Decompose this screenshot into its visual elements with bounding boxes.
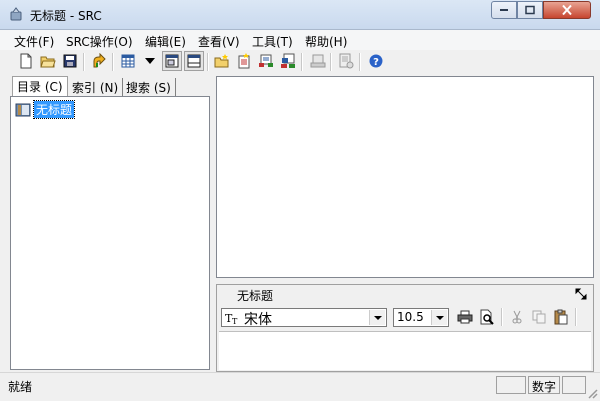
tree-item-label: 无标题 <box>32 100 76 119</box>
table-button[interactable] <box>118 51 138 71</box>
menu-tools[interactable]: 工具(T) <box>252 33 293 50</box>
book-icon <box>15 103 31 116</box>
network-page-icon <box>259 54 273 67</box>
network-page-button[interactable] <box>256 51 276 71</box>
table-grid-icon <box>121 54 135 68</box>
num-lock-indicator: 数字 <box>528 376 560 394</box>
open-button[interactable] <box>38 51 58 71</box>
menu-file[interactable]: 文件(F) <box>14 33 54 50</box>
resize-grip-icon[interactable] <box>586 387 598 399</box>
table-dropdown-button[interactable] <box>140 51 160 71</box>
toolbar-separator <box>359 53 361 71</box>
app-icon <box>10 7 22 21</box>
src-disabled-button <box>336 51 356 71</box>
font-size-select[interactable]: 10.5 <box>393 308 449 327</box>
toolbar-separator <box>112 53 114 71</box>
cut-button <box>507 307 527 327</box>
toolbar-separator <box>207 53 209 71</box>
format-toolbar: TT 宋体 10.5 <box>219 305 591 329</box>
save-button[interactable] <box>60 51 80 71</box>
editor-text-area[interactable] <box>219 331 591 370</box>
close-button[interactable] <box>543 1 591 19</box>
network-disabled-icon <box>310 54 326 68</box>
dropdown-arrow-icon <box>145 58 155 64</box>
menu-src-operation[interactable]: SRC操作(O) <box>66 33 133 50</box>
svg-text:T: T <box>232 317 238 325</box>
printer-icon <box>457 310 473 324</box>
open-folder-icon <box>40 56 56 68</box>
toolbar-separator <box>501 308 503 326</box>
close-icon <box>562 4 572 16</box>
contents-tree[interactable]: 无标题 <box>10 96 210 370</box>
truetype-font-icon: TT <box>225 312 238 325</box>
toolbar-separator <box>83 53 85 71</box>
src-disabled-icon <box>339 53 354 69</box>
editor-panel: 无标题 TT 宋体 10.5 <box>216 284 594 372</box>
help-button[interactable]: ? <box>366 51 386 71</box>
title-bar: 无标题 - SRC <box>0 0 600 30</box>
chevron-down-icon <box>373 315 382 320</box>
help-icon: ? <box>369 54 383 68</box>
network-add-icon <box>281 53 295 68</box>
copy-button <box>529 307 549 327</box>
paste-button[interactable] <box>551 307 571 327</box>
app-window: 无标题 - SRC 文件(F) SRC操作(O) 编辑(E) 查看(V) 工具(… <box>0 0 600 401</box>
font-name-dropdown[interactable] <box>369 310 385 325</box>
tab-search[interactable]: 搜索 (S) <box>122 78 176 96</box>
network-disabled-button <box>308 51 328 71</box>
new-folder-button[interactable] <box>212 51 232 71</box>
print-button[interactable] <box>455 307 475 327</box>
font-name-select[interactable]: TT 宋体 <box>221 308 387 328</box>
toolbar-separator <box>330 53 332 71</box>
window-split-icon <box>187 54 201 68</box>
save-icon <box>63 54 77 68</box>
menu-edit[interactable]: 编辑(E) <box>145 33 186 50</box>
print-preview-button[interactable] <box>477 307 497 327</box>
window-pane-button[interactable] <box>162 51 182 71</box>
print-preview-icon <box>480 309 494 325</box>
paste-icon <box>554 309 568 325</box>
toolbar-separator <box>301 53 303 71</box>
tab-contents[interactable]: 目录 (C) <box>12 76 68 97</box>
new-file-icon <box>20 53 32 69</box>
svg-text:?: ? <box>373 57 379 68</box>
font-size-value: 10.5 <box>397 310 424 324</box>
up-button[interactable] <box>89 51 109 71</box>
toolbar-separator <box>575 308 577 326</box>
window-title: 无标题 - SRC <box>30 9 102 23</box>
menu-view[interactable]: 查看(V) <box>198 33 240 50</box>
copy-icon <box>532 310 546 324</box>
chevron-down-icon <box>435 315 444 320</box>
scissors-icon <box>512 310 522 324</box>
editor-panel-title: 无标题 <box>237 289 274 303</box>
status-text: 就绪 <box>8 380 33 394</box>
page-book-icon <box>238 53 250 69</box>
new-file-button[interactable] <box>16 51 36 71</box>
new-page-button[interactable] <box>234 51 254 71</box>
window-split-button[interactable] <box>184 51 204 71</box>
font-name-value: 宋体 <box>244 312 272 328</box>
minimize-icon <box>500 9 508 11</box>
up-arrow-icon <box>93 53 106 68</box>
maximize-button[interactable] <box>517 1 543 19</box>
font-size-dropdown[interactable] <box>431 310 447 325</box>
content-view[interactable] <box>216 76 594 278</box>
tab-index[interactable]: 索引 (N) <box>68 78 124 96</box>
expand-icon[interactable] <box>575 288 587 300</box>
tree-item[interactable]: 无标题 <box>15 100 76 119</box>
navigation-pane: 目录 (C) 索引 (N) 搜索 (S) 无标题 <box>4 76 210 370</box>
maximize-icon <box>525 5 535 15</box>
network-add-button[interactable] <box>278 51 298 71</box>
status-cell-empty <box>496 376 526 394</box>
minimize-button[interactable] <box>491 1 517 19</box>
status-bar: 就绪 数字 <box>0 372 600 401</box>
menu-help[interactable]: 帮助(H) <box>305 33 347 50</box>
main-toolbar: ? <box>4 50 596 74</box>
folder-new-icon <box>214 54 229 68</box>
window-pane-icon <box>165 54 179 68</box>
menu-bar: 文件(F) SRC操作(O) 编辑(E) 查看(V) 工具(T) 帮助(H) <box>0 30 600 50</box>
status-cell-blank <box>562 376 586 394</box>
